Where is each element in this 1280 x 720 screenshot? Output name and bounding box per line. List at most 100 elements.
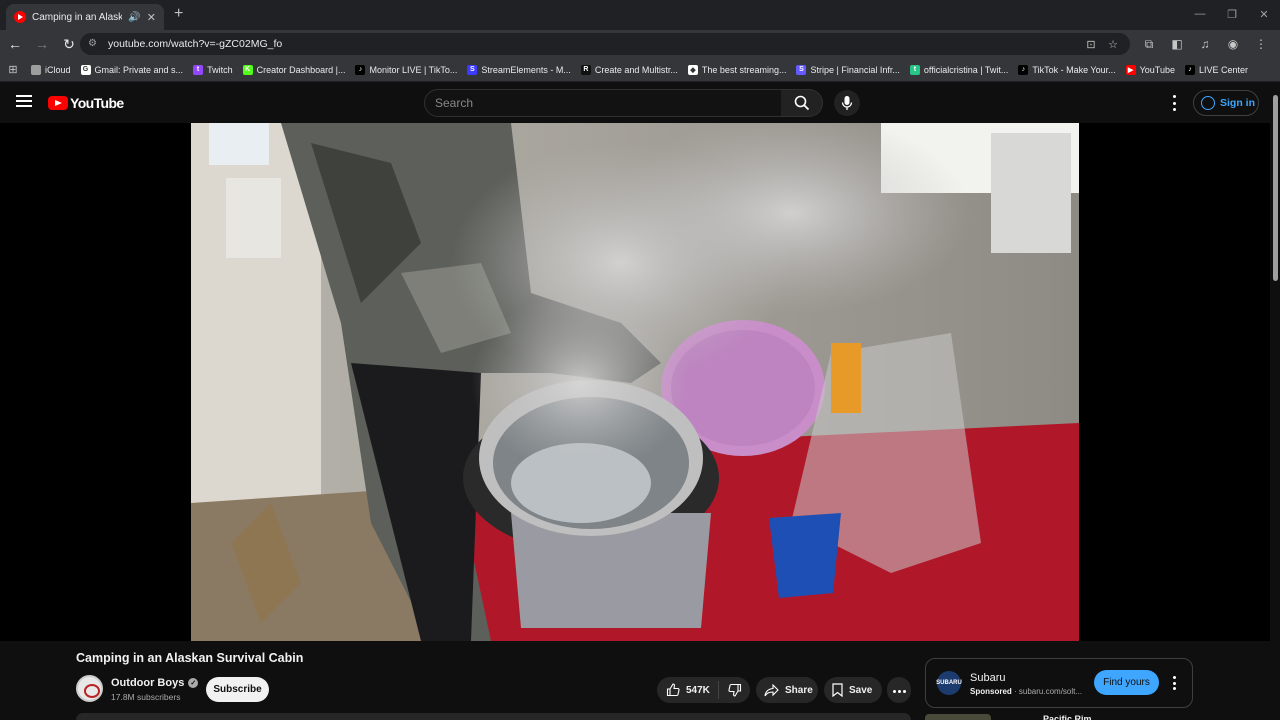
- bookmark-item[interactable]: G Gmail: Private and s...: [76, 64, 189, 75]
- scrollbar-thumb[interactable]: [1273, 95, 1278, 281]
- save-button[interactable]: Save: [824, 677, 882, 703]
- youtube-favicon-icon: [14, 11, 26, 23]
- ad-domain: subaru.com/solt...: [1018, 687, 1083, 696]
- like-button[interactable]: 547K: [657, 681, 719, 699]
- google-icon: G: [80, 64, 91, 75]
- extensions-icon[interactable]: ⧉: [1138, 32, 1160, 56]
- tiktok-icon: ♪: [355, 64, 366, 75]
- channel-name-row[interactable]: Outdoor Boys ✓: [111, 677, 199, 689]
- bookmark-label: Stripe | Financial Infr...: [810, 64, 900, 75]
- search-icon: [794, 95, 809, 111]
- dislike-button[interactable]: [719, 683, 750, 697]
- channel-name[interactable]: Outdoor Boys: [111, 677, 184, 689]
- browser-toolbar: ← → ↻ ⚙ youtube.com/watch?v=-gZC02MG_fo …: [0, 30, 1280, 58]
- bookmark-item[interactable]: ▶ YouTube: [1121, 64, 1180, 75]
- find-yours-button[interactable]: Find yours: [1094, 670, 1159, 695]
- tab-close-icon[interactable]: ✕: [147, 11, 156, 24]
- thumbs-up-icon: [666, 683, 680, 697]
- more-horizontal-icon: [892, 685, 907, 696]
- bookmark-label: The best streaming...: [701, 64, 787, 75]
- bookmarks-list: iCloud G Gmail: Private and s... t Twitch K Cr…: [26, 64, 1253, 75]
- bookmark-item[interactable]: t officialcristina | Twit...: [905, 64, 1014, 75]
- ad-menu-icon[interactable]: [1172, 676, 1176, 690]
- save-label: Save: [849, 684, 873, 696]
- address-bar[interactable]: ⚙ youtube.com/watch?v=-gZC02MG_fo ⊡ ☆: [80, 33, 1130, 55]
- bookmark-label: iCloud: [45, 64, 71, 75]
- ad-advertiser-name: Subaru: [970, 672, 1006, 684]
- restream-icon: R: [580, 64, 591, 75]
- bookmark-item[interactable]: R Create and Multistr...: [576, 64, 683, 75]
- subscribe-button[interactable]: Subscribe: [206, 677, 269, 702]
- forward-icon[interactable]: →: [30, 32, 54, 56]
- twitch-icon: t: [193, 64, 204, 75]
- bookmark-label: Monitor LIVE | TikTo...: [369, 64, 458, 75]
- video-frame[interactable]: [191, 123, 1079, 641]
- kick-icon: K: [242, 64, 253, 75]
- settings-menu-icon[interactable]: [1168, 95, 1180, 111]
- ad-meta: Sponsored · subaru.com/solt...: [970, 687, 1083, 696]
- tiktok-icon: ♪: [1018, 64, 1029, 75]
- search-input[interactable]: Search: [424, 89, 782, 117]
- bookmark-star-icon[interactable]: ☆: [1104, 35, 1122, 53]
- speaker-icon[interactable]: 🔊: [128, 12, 140, 23]
- description-box[interactable]: [76, 713, 911, 720]
- media-controls-icon[interactable]: ♫: [1194, 32, 1216, 56]
- youtube-logo-text: YouTube: [70, 95, 124, 111]
- subscriber-count: 17.8M subscribers: [111, 692, 181, 702]
- install-app-icon[interactable]: ⊡: [1082, 35, 1100, 53]
- sign-in-label: Sign in: [1220, 97, 1255, 109]
- tiktok-icon: ♪: [1184, 64, 1195, 75]
- window-close-icon[interactable]: ✕: [1248, 0, 1280, 28]
- share-arrow-icon: [764, 683, 779, 696]
- youtube-masthead: YouTube Search Sign in: [0, 83, 1280, 123]
- voice-search-button[interactable]: [834, 90, 860, 116]
- bookmark-label: Creator Dashboard |...: [256, 64, 346, 75]
- channel-avatar[interactable]: [76, 675, 103, 702]
- browser-menu-icon[interactable]: ⋮: [1250, 32, 1272, 56]
- video-player[interactable]: [0, 123, 1270, 641]
- bookmark-item[interactable]: K Creator Dashboard |...: [238, 64, 351, 75]
- user-account-icon: [1201, 96, 1215, 110]
- site-info-icon[interactable]: ⚙: [88, 38, 100, 50]
- bookmark-item[interactable]: S Stripe | Financial Infr...: [791, 64, 904, 75]
- bookmark-item[interactable]: ◆ The best streaming...: [683, 64, 792, 75]
- search-button[interactable]: [781, 89, 823, 117]
- bookmark-item[interactable]: iCloud: [26, 64, 76, 75]
- youtube-play-logo-icon: [48, 96, 68, 110]
- browser-tab-active[interactable]: Camping in an Alaskan Sur 🔊 ✕: [6, 4, 164, 30]
- browser-tab-strip: Camping in an Alaskan Sur 🔊 ✕ + — ❐ ✕: [0, 0, 1280, 30]
- video-thumbnail-image: [191, 123, 1079, 641]
- youtube-logo[interactable]: YouTube: [48, 95, 124, 111]
- next-video-thumbnail[interactable]: [925, 714, 991, 720]
- bookmark-label: Gmail: Private and s...: [94, 64, 184, 75]
- side-panel-icon[interactable]: ◧: [1166, 32, 1188, 56]
- bookmark-item[interactable]: ♪ Monitor LIVE | TikTo...: [350, 64, 462, 75]
- like-count: 547K: [686, 684, 710, 696]
- bookmark-label: YouTube: [1139, 64, 1175, 75]
- share-button[interactable]: Share: [756, 677, 818, 703]
- subaru-logo-text: SUBARU: [936, 680, 962, 686]
- sign-in-button[interactable]: Sign in: [1193, 90, 1259, 116]
- profile-icon[interactable]: ◉: [1222, 32, 1244, 56]
- bookmark-item[interactable]: ♪ TikTok - Make Your...: [1013, 64, 1120, 75]
- hamburger-menu-icon[interactable]: [16, 95, 32, 107]
- reload-icon[interactable]: ↻: [57, 32, 81, 56]
- bookmark-item[interactable]: S StreamElements - M...: [462, 64, 576, 75]
- next-video-title[interactable]: Pacific Rim: [1043, 714, 1092, 720]
- diamond-icon: ◆: [687, 64, 698, 75]
- share-label: Share: [785, 684, 813, 696]
- restore-icon[interactable]: ❐: [1216, 0, 1248, 28]
- new-tab-button[interactable]: +: [174, 5, 183, 23]
- sponsored-ad-card[interactable]: SUBARU Subaru Sponsored · subaru.com/sol…: [925, 658, 1193, 708]
- back-icon[interactable]: ←: [3, 32, 27, 56]
- apple-icon: [31, 64, 41, 75]
- minimize-icon[interactable]: —: [1184, 0, 1216, 28]
- more-actions-button[interactable]: [887, 677, 911, 703]
- bookmark-label: StreamElements - M...: [481, 64, 571, 75]
- bookmark-item[interactable]: ♪ LIVE Center: [1180, 64, 1253, 75]
- bookmark-item[interactable]: t Twitch: [188, 64, 238, 75]
- page-scrollbar[interactable]: [1270, 83, 1280, 720]
- apps-grid-icon[interactable]: ⊞: [0, 63, 26, 76]
- bookmarks-bar: ⊞ iCloud G Gmail: Private and s... t Twitch K…: [0, 58, 1280, 82]
- streamelements-icon: S: [467, 64, 478, 75]
